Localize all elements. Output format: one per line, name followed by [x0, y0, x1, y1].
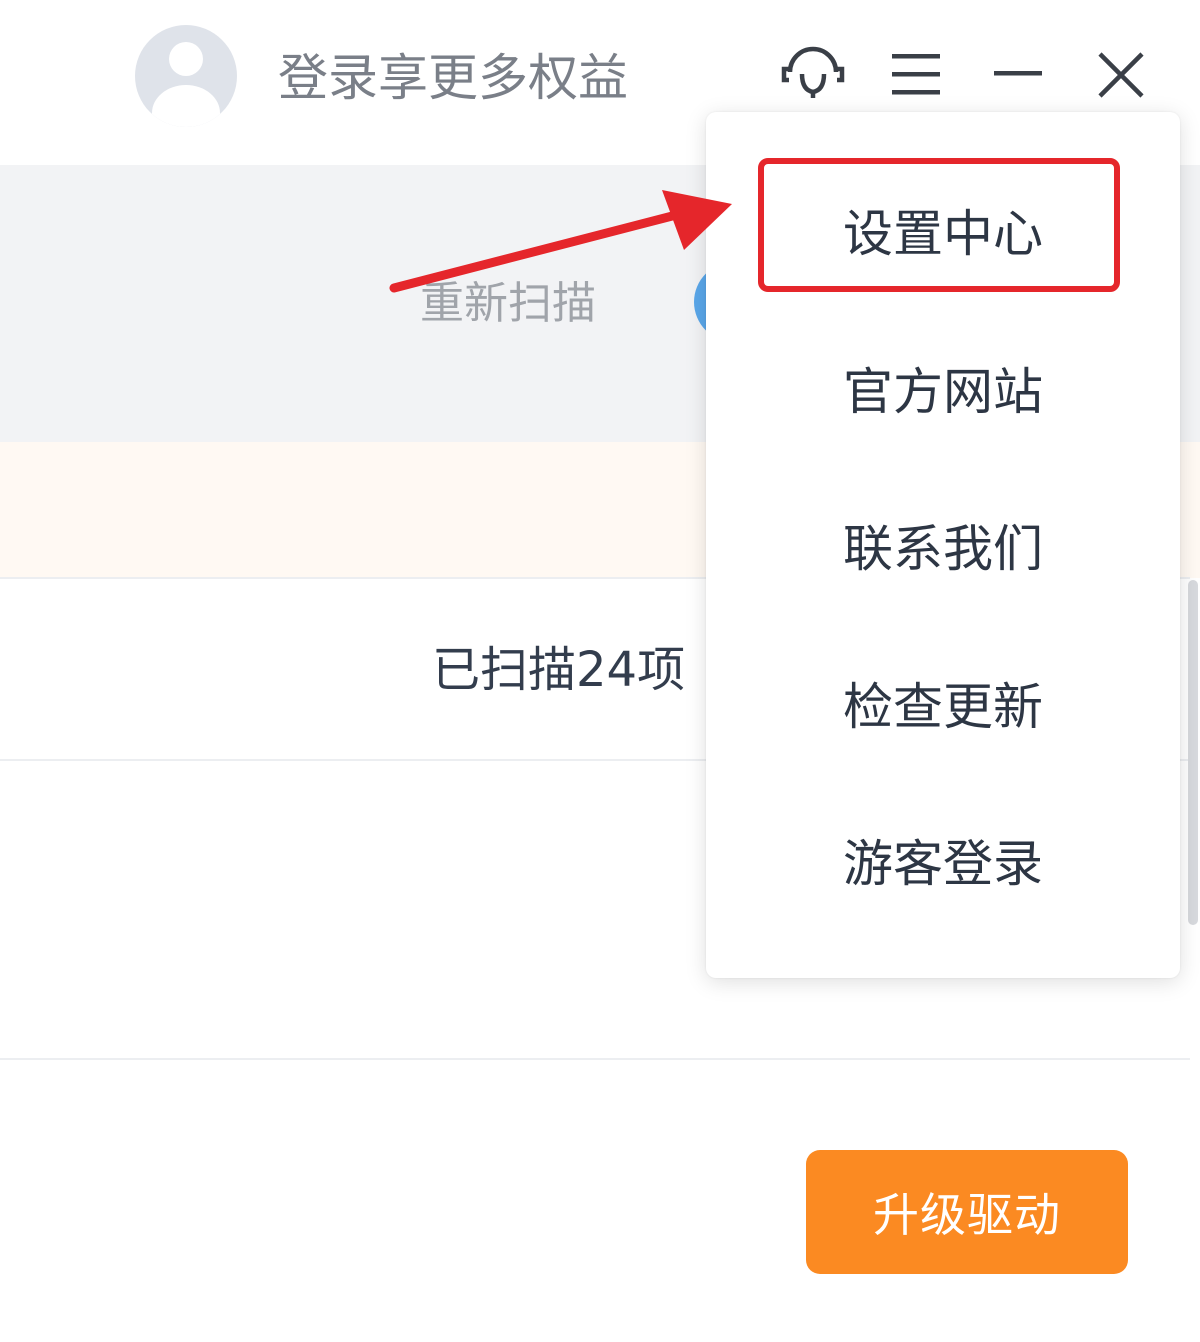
login-prompt-link[interactable]: 登录享更多权益	[278, 48, 628, 108]
scanned-summary: 已扫描24项	[432, 642, 686, 698]
scrollbar-thumb[interactable]	[1188, 580, 1198, 925]
scrollbar-track[interactable]	[1186, 580, 1200, 925]
menu-item-guest-login[interactable]: 游客登录	[706, 804, 1180, 924]
minimize-icon[interactable]	[992, 66, 1044, 80]
menu-item-contact-us[interactable]: 联系我们	[706, 489, 1180, 609]
menu-item-settings-center[interactable]: 设置中心	[706, 174, 1180, 294]
rescan-button[interactable]: 重新扫描	[420, 276, 596, 332]
upgrade-driver-button[interactable]: 升级驱动	[806, 1150, 1128, 1274]
headset-icon[interactable]	[780, 42, 846, 100]
avatar-head	[169, 42, 203, 76]
menu-item-check-update[interactable]: 检查更新	[706, 647, 1180, 767]
avatar-shoulders	[152, 85, 220, 127]
main-menu-dropdown: 设置中心 官方网站 联系我们 检查更新 游客登录	[706, 112, 1180, 978]
menu-item-official-website[interactable]: 官方网站	[706, 332, 1180, 452]
avatar[interactable]	[135, 25, 237, 127]
hamburger-menu-icon[interactable]	[890, 50, 942, 98]
divider	[0, 1058, 1190, 1060]
close-icon[interactable]	[1096, 50, 1146, 100]
